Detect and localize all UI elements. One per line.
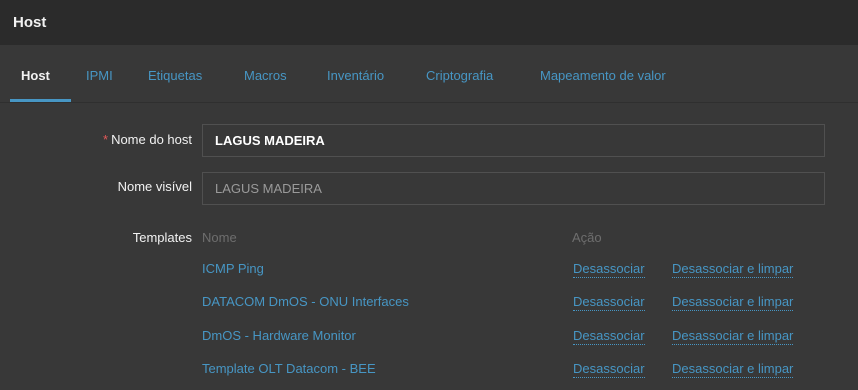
templates-label: Templates bbox=[132, 230, 192, 245]
unlink-link[interactable]: Desassociar bbox=[573, 261, 645, 278]
unlink-link[interactable]: Desassociar bbox=[573, 328, 645, 345]
unlink-and-clear-link[interactable]: Desassociar e limpar bbox=[672, 361, 794, 378]
hostname-label: * Nome do host bbox=[103, 132, 192, 147]
template-link[interactable]: ICMP Ping bbox=[202, 261, 264, 276]
title-bar: Host bbox=[0, 0, 858, 45]
tab-mapeamento-de-valor[interactable]: Mapeamento de valor bbox=[540, 68, 666, 83]
tab-divider bbox=[0, 102, 858, 103]
tab-criptografia[interactable]: Criptografia bbox=[426, 68, 493, 83]
template-link[interactable]: DmOS - Hardware Monitor bbox=[202, 328, 356, 343]
page-title: Host bbox=[13, 14, 47, 31]
unlink-link[interactable]: Desassociar bbox=[573, 294, 645, 311]
tab-inventario[interactable]: Inventário bbox=[327, 68, 384, 83]
template-link[interactable]: Template OLT Datacom - BEE bbox=[202, 361, 376, 376]
hostname-input[interactable] bbox=[202, 124, 825, 157]
template-link[interactable]: DATACOM DmOS - ONU Interfaces bbox=[202, 294, 409, 309]
templates-header-name: Nome bbox=[202, 230, 237, 245]
hostname-label-text: Nome do host bbox=[111, 132, 192, 147]
unlink-and-clear-link[interactable]: Desassociar e limpar bbox=[672, 261, 794, 278]
unlink-and-clear-link[interactable]: Desassociar e limpar bbox=[672, 328, 794, 345]
unlink-link[interactable]: Desassociar bbox=[573, 361, 645, 378]
tab-bar: Host IPMI Etiquetas Macros Inventário Cr… bbox=[0, 45, 858, 105]
unlink-and-clear-link[interactable]: Desassociar e limpar bbox=[672, 294, 794, 311]
tab-etiquetas[interactable]: Etiquetas bbox=[148, 68, 202, 83]
tab-host[interactable]: Host bbox=[21, 68, 50, 83]
templates-header-action: Ação bbox=[572, 230, 602, 245]
visible-name-label: Nome visível bbox=[117, 179, 192, 194]
tab-macros[interactable]: Macros bbox=[244, 68, 287, 83]
visible-name-input[interactable] bbox=[202, 172, 825, 205]
required-marker: * bbox=[103, 132, 109, 147]
tab-ipmi[interactable]: IPMI bbox=[86, 68, 113, 83]
